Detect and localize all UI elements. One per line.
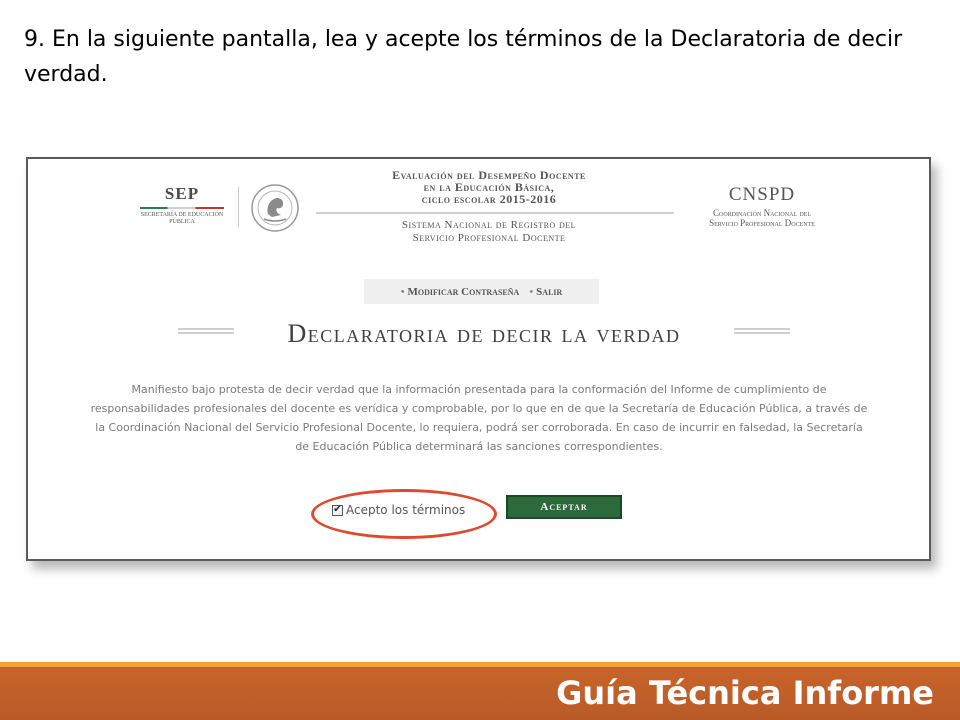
- change-password-label: Modificar Contraseña: [407, 285, 520, 298]
- sep-subtitle: SECRETARÍA DE EDUCACIÓN PÚBLICA: [140, 212, 224, 225]
- checkbox-checked-icon[interactable]: ✔: [332, 504, 343, 516]
- page-title: Declaratoria de decir la verdad: [287, 319, 681, 348]
- system-title: Sistema Nacional de Registro del Servici…: [354, 219, 624, 245]
- logout-label: Salir: [536, 285, 563, 298]
- sep-title: SEP: [164, 184, 200, 203]
- national-seal-icon: [251, 184, 299, 232]
- system-title-line1: Sistema Nacional de Registro del: [401, 219, 577, 231]
- declaration-line: la Coordinación Nacional del Servicio Pr…: [95, 421, 863, 434]
- cnspd-title: CNSPD: [728, 184, 796, 205]
- cnspd-logo: CNSPD Coordinación Nacional del Servicio…: [678, 184, 846, 228]
- footer-title: Guía Técnica Informe: [556, 674, 934, 712]
- change-password-link[interactable]: • Modificar Contraseña: [401, 286, 520, 298]
- accept-button[interactable]: Aceptar: [506, 495, 622, 519]
- accept-terms-checkbox[interactable]: ✔ Acepto los términos: [332, 503, 465, 517]
- cnspd-subtitle-line2: Servicio Profesional Docente: [709, 218, 815, 228]
- declaration-line: Manifiesto bajo protesta de decir verdad…: [131, 383, 827, 396]
- sep-tricolor-line: [140, 207, 224, 209]
- top-nav: • Modificar Contraseña • Salir: [364, 279, 599, 304]
- app-screenshot: SEP SECRETARÍA DE EDUCACIÓN PÚBLICA Eval…: [26, 157, 931, 561]
- declaration-line: de Educación Pública determinará las san…: [295, 440, 663, 453]
- section-heading: Declaratoria de decir la verdad: [178, 317, 790, 348]
- heading-rule-left: [178, 328, 234, 334]
- cnspd-subtitle-line1: Coordinación Nacional del: [713, 208, 811, 218]
- accept-terms-label: Acepto los términos: [346, 503, 466, 517]
- declaration-line: responsabilidades profesionales del doce…: [90, 402, 868, 415]
- footer-bar: Guía Técnica Informe: [0, 667, 960, 720]
- sep-logo: SEP SECRETARÍA DE EDUCACIÓN PÚBLICA: [134, 184, 230, 234]
- header-divider: [316, 212, 674, 214]
- heading-rule-right: [734, 328, 790, 334]
- logout-link[interactable]: • Salir: [529, 286, 562, 298]
- logo-divider: [238, 187, 239, 227]
- bullet-icon: •: [529, 285, 534, 298]
- declaration-text: Manifiesto bajo protesta de decir verdad…: [34, 380, 924, 456]
- slide-instruction: 9. En la siguiente pantalla, lea y acept…: [24, 27, 903, 87]
- system-title-line2: Servicio Profesional Docente: [412, 232, 566, 244]
- evaluation-title: Evaluación del Desempeño Docente en la E…: [354, 169, 624, 205]
- evaluation-title-line3: ciclo escolar 2015-2016: [421, 192, 557, 206]
- bullet-icon: •: [400, 285, 405, 298]
